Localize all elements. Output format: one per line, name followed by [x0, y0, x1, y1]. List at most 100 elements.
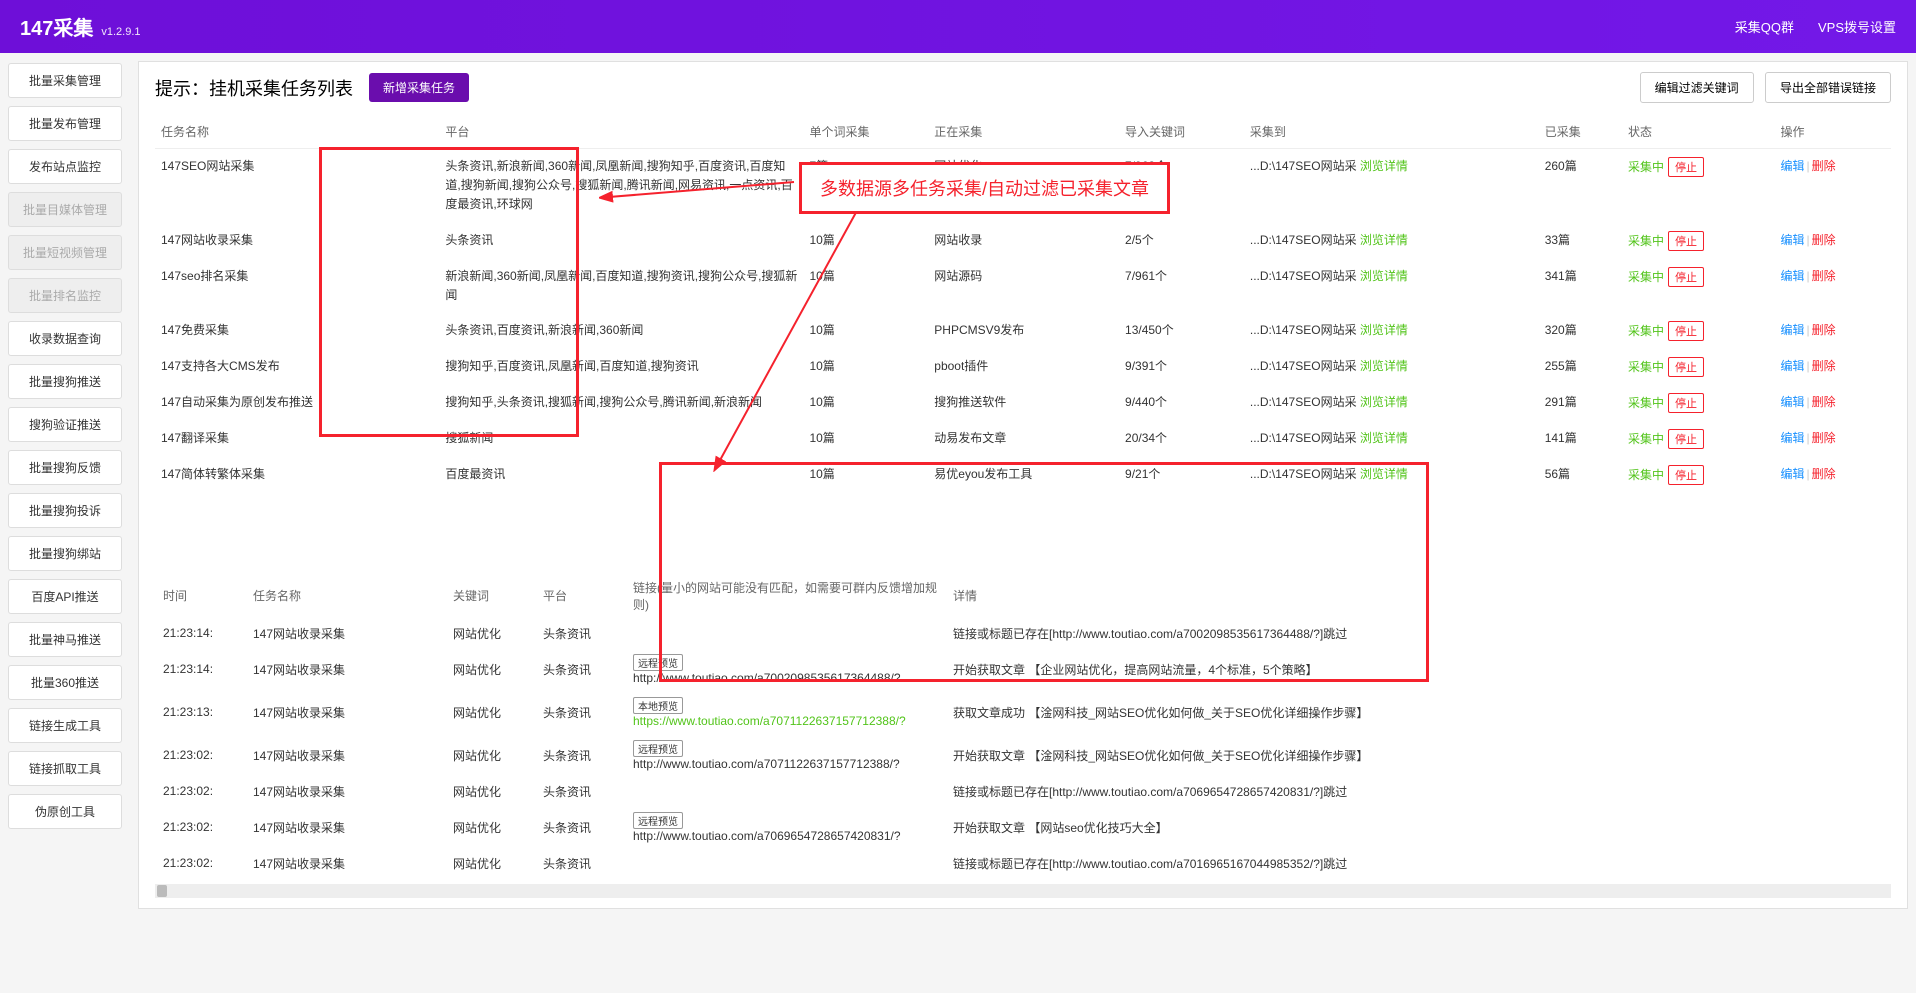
task-collected: 341篇	[1539, 259, 1622, 313]
delete-link[interactable]: 删除	[1812, 467, 1836, 481]
sidebar-item-6[interactable]: 收录数据查询	[8, 321, 122, 356]
delete-link[interactable]: 删除	[1812, 431, 1836, 445]
browse-link[interactable]: 浏览详情	[1360, 159, 1408, 173]
sidebar-item-14[interactable]: 批量360推送	[8, 665, 122, 700]
log-row: 21:23:14:147网站收录采集网站优化头条资讯远程预览http://www…	[155, 648, 1891, 691]
sidebar-item-17[interactable]: 伪原创工具	[8, 794, 122, 829]
edit-filter-button[interactable]: 编辑过滤关键词	[1640, 72, 1754, 103]
stop-button[interactable]: 停止	[1668, 429, 1704, 449]
task-header: 操作	[1775, 115, 1891, 149]
browse-link[interactable]: 浏览详情	[1360, 431, 1408, 445]
log-link	[625, 619, 945, 648]
task-path: ...D:\147SEO网站采 浏览详情	[1244, 259, 1539, 313]
stop-button[interactable]: 停止	[1668, 393, 1704, 413]
log-time: 21:23:02:	[155, 849, 245, 878]
log-url[interactable]: http://www.toutiao.com/a7071122637157712…	[633, 757, 900, 771]
task-collected: 291篇	[1539, 385, 1622, 421]
task-count: 10篇	[803, 421, 928, 457]
task-collected: 141篇	[1539, 421, 1622, 457]
task-ops: 编辑|删除	[1775, 149, 1891, 223]
stop-button[interactable]: 停止	[1668, 465, 1704, 485]
main-content: 提示：挂机采集任务列表 新增采集任务 编辑过滤关键词 导出全部错误链接 多数据源…	[138, 61, 1908, 909]
stop-button[interactable]: 停止	[1668, 267, 1704, 287]
log-task: 147网站收录采集	[245, 849, 445, 878]
task-collecting: 网站源码	[928, 259, 1119, 313]
sidebar-item-8[interactable]: 搜狗验证推送	[8, 407, 122, 442]
browse-link[interactable]: 浏览详情	[1360, 359, 1408, 373]
log-task: 147网站收录采集	[245, 619, 445, 648]
log-task: 147网站收录采集	[245, 691, 445, 734]
stop-button[interactable]: 停止	[1668, 357, 1704, 377]
log-url[interactable]: http://www.toutiao.com/a7069654728657420…	[633, 829, 901, 843]
browse-link[interactable]: 浏览详情	[1360, 395, 1408, 409]
log-row: 21:23:02:147网站收录采集网站优化头条资讯链接或标题已存在[http:…	[155, 849, 1891, 878]
log-url[interactable]: https://www.toutiao.com/a707112263715771…	[633, 714, 906, 728]
sidebar-item-16[interactable]: 链接抓取工具	[8, 751, 122, 786]
log-platform: 头条资讯	[535, 777, 625, 806]
browse-link[interactable]: 浏览详情	[1360, 269, 1408, 283]
stop-button[interactable]: 停止	[1668, 157, 1704, 177]
header-link-vps[interactable]: VPS拨号设置	[1818, 17, 1896, 36]
edit-link[interactable]: 编辑	[1781, 431, 1805, 445]
horizontal-scrollbar[interactable]	[155, 884, 1891, 898]
log-url[interactable]: http://www.toutiao.com/a7002098535617364…	[633, 671, 901, 685]
task-keywords: 13/450个	[1119, 313, 1244, 349]
sidebar-item-15[interactable]: 链接生成工具	[8, 708, 122, 743]
browse-link[interactable]: 浏览详情	[1360, 233, 1408, 247]
sidebar-item-0[interactable]: 批量采集管理	[8, 63, 122, 98]
table-row: 147seo排名采集新浪新闻,360新闻,凤凰新闻,百度知道,搜狗资讯,搜狗公众…	[155, 259, 1891, 313]
preview-button[interactable]: 远程预览	[633, 812, 683, 829]
task-collected: 33篇	[1539, 223, 1622, 259]
task-header: 任务名称	[155, 115, 439, 149]
sidebar: 批量采集管理批量发布管理发布站点监控批量目媒体管理批量短视频管理批量排名监控收录…	[0, 53, 130, 917]
sidebar-item-7[interactable]: 批量搜狗推送	[8, 364, 122, 399]
sidebar-item-10[interactable]: 批量搜狗投诉	[8, 493, 122, 528]
sidebar-item-1[interactable]: 批量发布管理	[8, 106, 122, 141]
task-keywords: 2/5个	[1119, 223, 1244, 259]
sidebar-item-2[interactable]: 发布站点监控	[8, 149, 122, 184]
export-errors-button[interactable]: 导出全部错误链接	[1765, 72, 1891, 103]
edit-link[interactable]: 编辑	[1781, 233, 1805, 247]
preview-button[interactable]: 远程预览	[633, 654, 683, 671]
task-name: 147简体转繁体采集	[155, 457, 439, 493]
delete-link[interactable]: 删除	[1812, 269, 1836, 283]
task-collected: 255篇	[1539, 349, 1622, 385]
add-task-button[interactable]: 新增采集任务	[369, 73, 469, 102]
browse-link[interactable]: 浏览详情	[1360, 467, 1408, 481]
task-header: 平台	[439, 115, 803, 149]
scrollbar-thumb[interactable]	[157, 885, 167, 897]
log-detail: 开始获取文章 【淦网科技_网站SEO优化如何做_关于SEO优化详细操作步骤】	[945, 734, 1891, 777]
task-status: 采集中停止	[1622, 313, 1775, 349]
task-collected: 56篇	[1539, 457, 1622, 493]
task-platform: 百度最资讯	[439, 457, 803, 493]
delete-link[interactable]: 删除	[1812, 395, 1836, 409]
task-collecting: 网站收录	[928, 223, 1119, 259]
sidebar-item-13[interactable]: 批量神马推送	[8, 622, 122, 657]
delete-link[interactable]: 删除	[1812, 323, 1836, 337]
sidebar-item-9[interactable]: 批量搜狗反馈	[8, 450, 122, 485]
preview-button[interactable]: 本地预览	[633, 697, 683, 714]
delete-link[interactable]: 删除	[1812, 159, 1836, 173]
preview-button[interactable]: 远程预览	[633, 740, 683, 757]
log-header: 链接(量小的网站可能没有匹配，如需要可群内反馈增加规则)	[625, 573, 945, 619]
header-link-qq[interactable]: 采集QQ群	[1735, 17, 1794, 36]
log-header: 平台	[535, 573, 625, 619]
log-platform: 头条资讯	[535, 849, 625, 878]
stop-button[interactable]: 停止	[1668, 321, 1704, 341]
delete-link[interactable]: 删除	[1812, 233, 1836, 247]
log-keyword: 网站优化	[445, 691, 535, 734]
edit-link[interactable]: 编辑	[1781, 467, 1805, 481]
task-ops: 编辑|删除	[1775, 313, 1891, 349]
edit-link[interactable]: 编辑	[1781, 359, 1805, 373]
edit-link[interactable]: 编辑	[1781, 269, 1805, 283]
sidebar-item-12[interactable]: 百度API推送	[8, 579, 122, 614]
delete-link[interactable]: 删除	[1812, 359, 1836, 373]
browse-link[interactable]: 浏览详情	[1360, 323, 1408, 337]
edit-link[interactable]: 编辑	[1781, 159, 1805, 173]
edit-link[interactable]: 编辑	[1781, 323, 1805, 337]
sidebar-item-11[interactable]: 批量搜狗绑站	[8, 536, 122, 571]
edit-link[interactable]: 编辑	[1781, 395, 1805, 409]
table-row: 147支持各大CMS发布搜狗知乎,百度资讯,凤凰新闻,百度知道,搜狗资讯10篇p…	[155, 349, 1891, 385]
stop-button[interactable]: 停止	[1668, 231, 1704, 251]
log-detail: 开始获取文章 【企业网站优化，提高网站流量，4个标准，5个策略】	[945, 648, 1891, 691]
